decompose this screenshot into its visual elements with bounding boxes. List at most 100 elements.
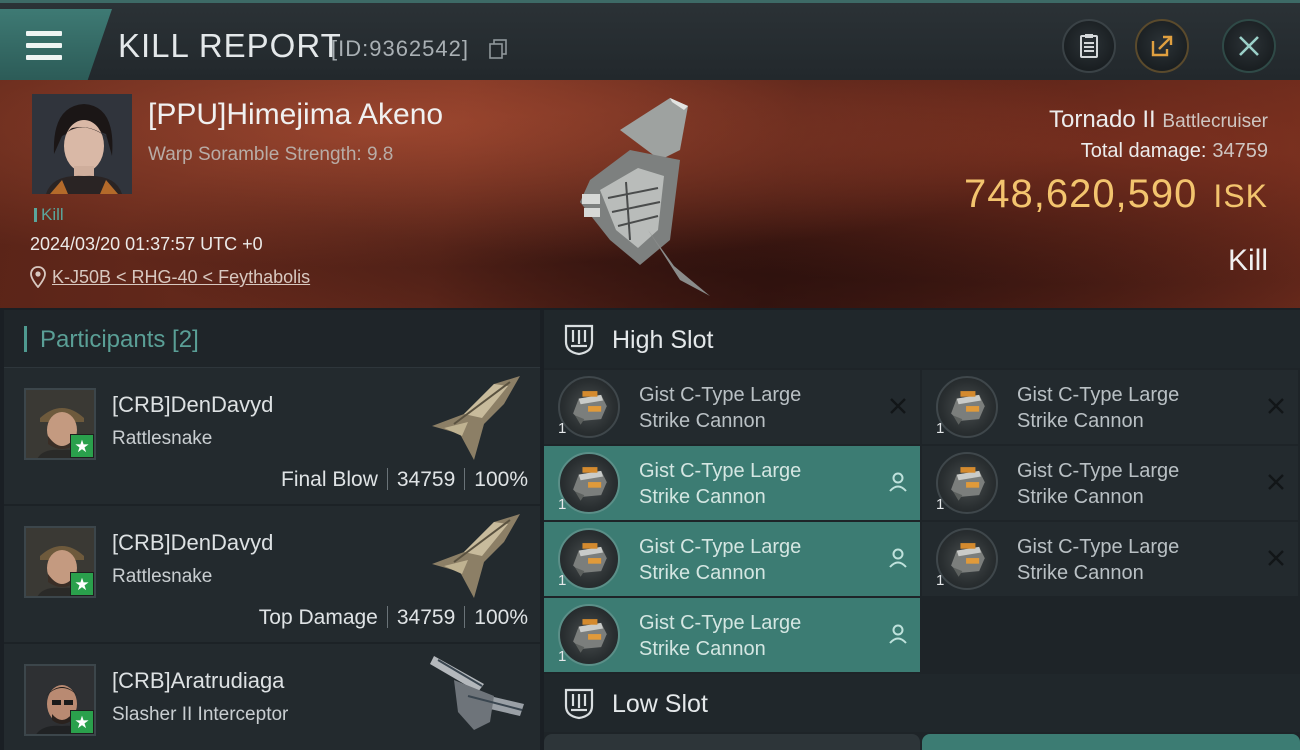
participant-damage: 34759 [396, 606, 456, 629]
participant-row[interactable]: ★ [CRB]DenDavyd Rattlesnake Top Damage 34… [4, 506, 540, 644]
module-slot[interactable]: 1 Gist C-Type Large Strike Cannon [544, 446, 920, 520]
dropped-person-icon [889, 624, 907, 644]
module-name-line2: Strike Cannon [1017, 410, 1144, 432]
participant-percent: 100% [474, 468, 528, 491]
module-name: Gist C-Type Large Strike Cannon [639, 458, 869, 510]
kill-timestamp: 2024/03/20 01:37:57 UTC +0 [30, 234, 263, 254]
strike-cannon-icon [936, 528, 998, 590]
module-slot[interactable]: 1 Gist C-Type Large Strike Cannon [922, 522, 1298, 596]
module-slot[interactable]: 1 Gist C-Type Large Strike Cannon [922, 370, 1298, 444]
warp-scramble-strength: Warp Soramble Strength: 9.8 [148, 144, 394, 165]
star-badge-icon: ★ [70, 710, 94, 734]
module-name: Gist C-Type Large Strike Cannon [639, 610, 869, 662]
module-quantity: 1 [936, 572, 945, 589]
module-name: Gist C-Type Large Strike Cannon [639, 382, 869, 434]
participant-role: Final Blow [281, 468, 378, 491]
star-badge-icon: ★ [70, 434, 94, 458]
strike-cannon-icon [558, 528, 620, 590]
strike-cannon-icon [936, 376, 998, 438]
copy-icon[interactable] [489, 39, 507, 59]
module-slot[interactable]: 1 Gist C-Type Large Strike Cannon [922, 446, 1298, 520]
module-quantity: 1 [558, 648, 567, 665]
kill-location-link[interactable]: K-J50B < RHG-40 < Feythabolis [52, 267, 310, 288]
close-icon [1239, 36, 1259, 56]
module-name-line2: Strike Cannon [1017, 486, 1144, 508]
high-slot-icon [564, 324, 594, 356]
high-slot-header: High Slot [544, 310, 1300, 368]
participant-row[interactable]: ★ [CRB]Aratrudiaga Slasher II Intercepto… [4, 644, 540, 750]
module-name: Gist C-Type Large Strike Cannon [1017, 534, 1247, 586]
participant-stats: Top Damage 34759 100% [259, 606, 528, 630]
participant-damage: 34759 [396, 468, 456, 491]
module-name-line1: Gist C-Type Large [1017, 460, 1180, 482]
strike-cannon-icon [936, 452, 998, 514]
victim-portrait[interactable] [32, 94, 132, 194]
dropped-person-icon [889, 548, 907, 568]
participant-ship-image [430, 656, 524, 730]
kill-tag-label: Kill [41, 205, 64, 224]
participant-stats: Final Blow 34759 100% [281, 468, 528, 492]
fitting-panel: High Slot 1 Gist C-Type Large Strike Cann… [544, 310, 1300, 750]
total-damage-label: Total damage: [1080, 140, 1207, 162]
module-slot[interactable]: 1 Gist C-Type Large Strike Cannon [544, 370, 920, 444]
participant-name[interactable]: [CRB]Aratrudiaga [112, 668, 284, 694]
participant-percent: 100% [474, 606, 528, 629]
low-slot-module-peek[interactable] [922, 734, 1300, 750]
kill-tag: Kill [34, 205, 64, 225]
participant-role: Top Damage [258, 606, 378, 629]
victim-ship-name[interactable]: Tornado II Battlecruiser [1049, 106, 1268, 134]
isk-amount: 748,620,590 [963, 172, 1198, 216]
total-damage: Total damage: 34759 [1081, 140, 1268, 163]
strike-cannon-icon [558, 376, 620, 438]
participant-row[interactable]: ★ [CRB]DenDavyd Rattlesnake Final Blow 34… [4, 368, 540, 506]
module-name-line2: Strike Cannon [639, 486, 766, 508]
share-icon [1151, 35, 1173, 57]
participants-header[interactable]: Participants [2] [4, 310, 540, 368]
isk-value: 748,620,590 ISK [964, 172, 1268, 217]
low-slot-module-peek[interactable] [544, 734, 920, 750]
strike-cannon-icon [558, 452, 620, 514]
module-name-line1: Gist C-Type Large [1017, 536, 1180, 558]
top-bar: KILL REPORT [ID:9362542] [0, 0, 1300, 81]
module-quantity: 1 [936, 420, 945, 437]
module-name: Gist C-Type Large Strike Cannon [1017, 382, 1247, 434]
participants-label: Participants [2] [40, 326, 199, 353]
module-quantity: 1 [936, 496, 945, 513]
participant-name[interactable]: [CRB]DenDavyd [112, 392, 273, 418]
victim-name[interactable]: [PPU]Himejima Akeno [148, 98, 443, 132]
low-slot-icon [564, 688, 594, 720]
notes-button[interactable] [1062, 19, 1116, 73]
high-slot-label: High Slot [612, 326, 714, 354]
module-quantity: 1 [558, 420, 567, 437]
kill-banner: [PPU]Himejima Akeno Warp Soramble Streng… [0, 80, 1300, 308]
destroyed-icon [890, 398, 906, 414]
module-name-line1: Gist C-Type Large [639, 384, 802, 406]
module-name-line2: Strike Cannon [1017, 562, 1144, 584]
kill-result: Kill [1227, 244, 1268, 277]
clipboard-icon [1080, 34, 1098, 58]
total-damage-value: 34759 [1212, 140, 1268, 162]
module-name-line2: Strike Cannon [639, 562, 766, 584]
module-name: Gist C-Type Large Strike Cannon [1017, 458, 1247, 510]
module-name-line2: Strike Cannon [639, 410, 766, 432]
star-badge-icon: ★ [70, 572, 94, 596]
menu-button[interactable] [0, 9, 112, 81]
share-button[interactable] [1135, 19, 1189, 73]
module-slot[interactable]: 1 Gist C-Type Large Strike Cannon [544, 598, 920, 672]
module-quantity: 1 [558, 496, 567, 513]
victim-ship-image [580, 98, 710, 296]
participant-ship-image [432, 376, 520, 460]
participant-ship: Rattlesnake [112, 566, 213, 587]
module-name: Gist C-Type Large Strike Cannon [639, 534, 869, 586]
close-button[interactable] [1222, 19, 1276, 73]
participant-name[interactable]: [CRB]DenDavyd [112, 530, 273, 556]
report-id: [ID:9362542] [331, 36, 469, 61]
location-pin-icon [30, 266, 46, 288]
strike-cannon-icon [558, 604, 620, 666]
participant-ship: Slasher II Interceptor [112, 704, 289, 725]
module-slot[interactable]: 1 Gist C-Type Large Strike Cannon [544, 522, 920, 596]
ship-name: Tornado II [1048, 106, 1156, 133]
destroyed-icon [1268, 550, 1284, 566]
participant-ship-image [432, 514, 520, 598]
header-accent-bar [24, 326, 27, 352]
